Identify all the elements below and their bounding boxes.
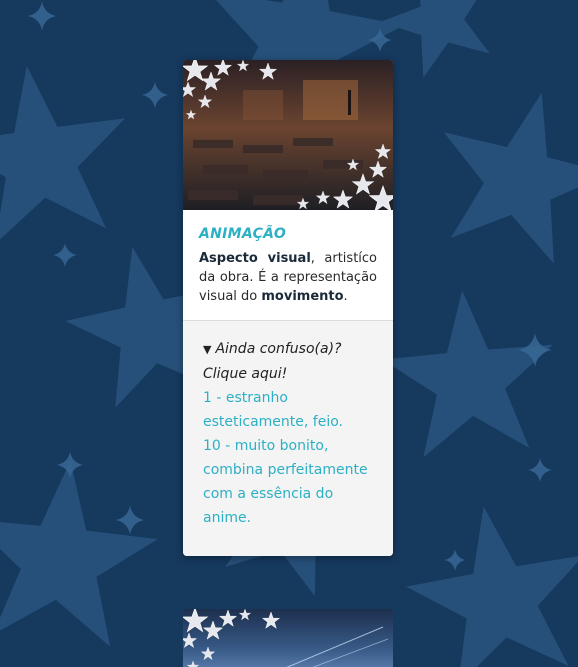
card-header-image [183, 60, 393, 210]
triangle-down-icon: ▼ [203, 343, 212, 356]
card-description: Aspecto visual, artistíco da obra. É a r… [199, 249, 377, 306]
desc-text-end: . [343, 289, 348, 304]
card-title: ANIMAÇÃO [199, 226, 287, 242]
rating-scale-low: 1 - estranho esteticamente, feio. [203, 390, 343, 430]
desc-bold-term-2: movimento [261, 289, 344, 304]
sky-scene-image [183, 609, 389, 667]
details-summary[interactable]: ▼ Ainda confuso(a)? [203, 337, 379, 362]
details-hint: Clique aqui! [203, 366, 288, 382]
classroom-scene-image [183, 60, 393, 210]
card-body: ANIMAÇÃO Aspecto visual, artistíco da ob… [183, 210, 393, 320]
next-card-image [183, 609, 393, 667]
details-summary-label: Ainda confuso(a)? [215, 341, 342, 357]
details-disclosure[interactable]: ▼ Ainda confuso(a)? Clique aqui! 1 - estr… [183, 320, 393, 556]
rating-card-animacao: ANIMAÇÃO Aspecto visual, artistíco da ob… [183, 60, 393, 556]
desc-bold-term: Aspecto visual [199, 251, 311, 266]
rating-scale-high: 10 - muito bonito, combina perfeitamente… [203, 438, 368, 526]
